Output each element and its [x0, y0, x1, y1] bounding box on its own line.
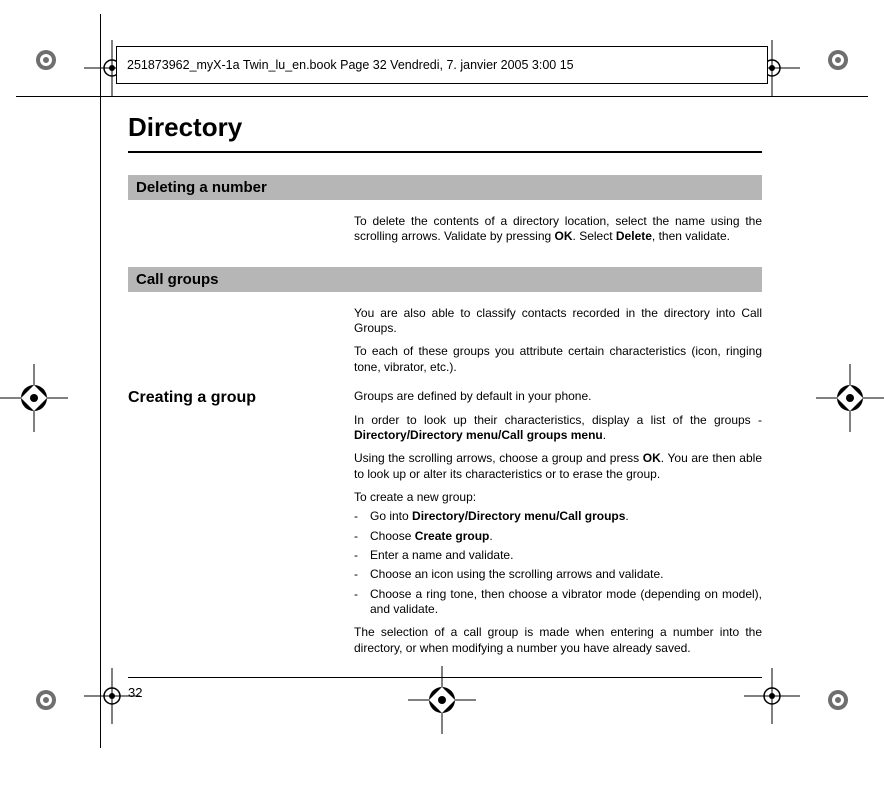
s1-body: To delete the contents of a directory lo… [354, 214, 762, 245]
registration-mark-icon [30, 684, 62, 716]
framemaker-header-text: 251873962_myX-1a Twin_lu_en.book Page 32… [127, 58, 574, 72]
section-heading-deleting: Deleting a number [128, 175, 762, 200]
list-item: Choose an icon using the scrolling arrow… [354, 567, 762, 582]
crop-mark-icon [0, 364, 68, 432]
framemaker-header: 251873962_myX-1a Twin_lu_en.book Page 32… [116, 46, 768, 84]
list-item: Enter a name and validate. [354, 548, 762, 563]
section-heading-callgroups: Call groups [128, 267, 762, 292]
registration-mark-icon [30, 44, 62, 76]
list-item: Choose Create group. [354, 529, 762, 544]
crop-mark-icon [816, 364, 884, 432]
page-title: Directory [128, 112, 762, 143]
frame-left-line [100, 14, 101, 748]
subheading-creating-group: Creating a group [128, 389, 336, 407]
list-item: Go into Directory/Directory menu/Call gr… [354, 509, 762, 524]
s2-p5: The selection of a call group is made wh… [354, 625, 762, 656]
s2-p3: Using the scrolling arrows, choose a gro… [354, 451, 762, 482]
s2-intro2: To each of these groups you attribute ce… [354, 344, 762, 375]
s2-p1: Groups are defined by default in your ph… [354, 389, 762, 404]
page-content: Directory Deleting a number To delete th… [128, 112, 762, 664]
list-item: Choose a ring tone, then choose a vibrat… [354, 587, 762, 618]
registration-mark-icon [822, 684, 854, 716]
s2-p2: In order to look up their characteristic… [354, 413, 762, 444]
s2-list: Go into Directory/Directory menu/Call gr… [354, 509, 762, 617]
frame-top-line [16, 96, 868, 97]
registration-mark-icon [822, 44, 854, 76]
footer-rule [128, 677, 762, 678]
title-rule [128, 151, 762, 153]
s2-p4: To create a new group: [354, 490, 762, 505]
page-number: 32 [128, 685, 142, 700]
s2-intro1: You are also able to classify contacts r… [354, 306, 762, 337]
